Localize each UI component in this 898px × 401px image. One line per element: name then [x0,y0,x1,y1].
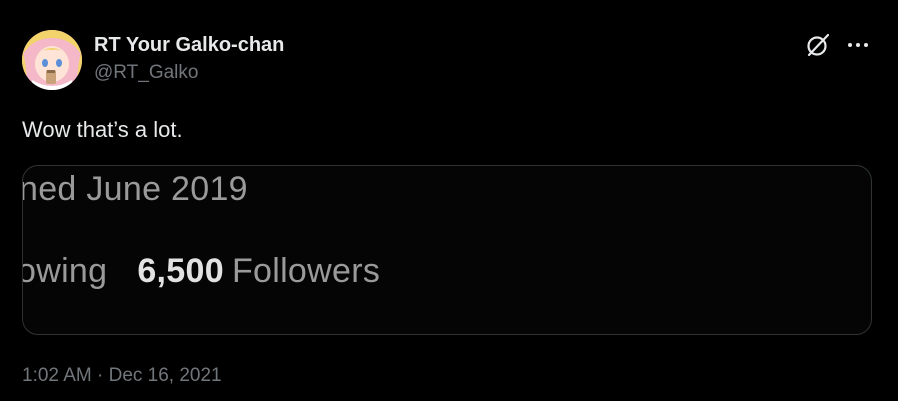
tweet-media-image[interactable]: ned June 2019 owing 6,500 Followers [22,165,872,335]
avatar[interactable] [22,30,82,90]
tweet-timestamp[interactable]: 1:02 AM · Dec 16, 2021 [22,365,222,387]
author-display-name[interactable]: RT Your Galko-chan [94,34,284,57]
media-followers-row: owing 6,500 Followers [22,252,381,291]
media-followers-count: 6,500 [137,252,224,290]
grok-icon[interactable] [805,32,831,58]
tweet-text: Wow that’s a lot. [22,117,183,142]
media-followers-label: Followers [231,252,381,290]
author-handle[interactable]: @RT_Galko [94,62,198,84]
more-options-icon[interactable] [846,35,870,55]
media-following-fragment: owing [22,252,108,290]
media-joined-text: ned June 2019 [22,170,248,208]
